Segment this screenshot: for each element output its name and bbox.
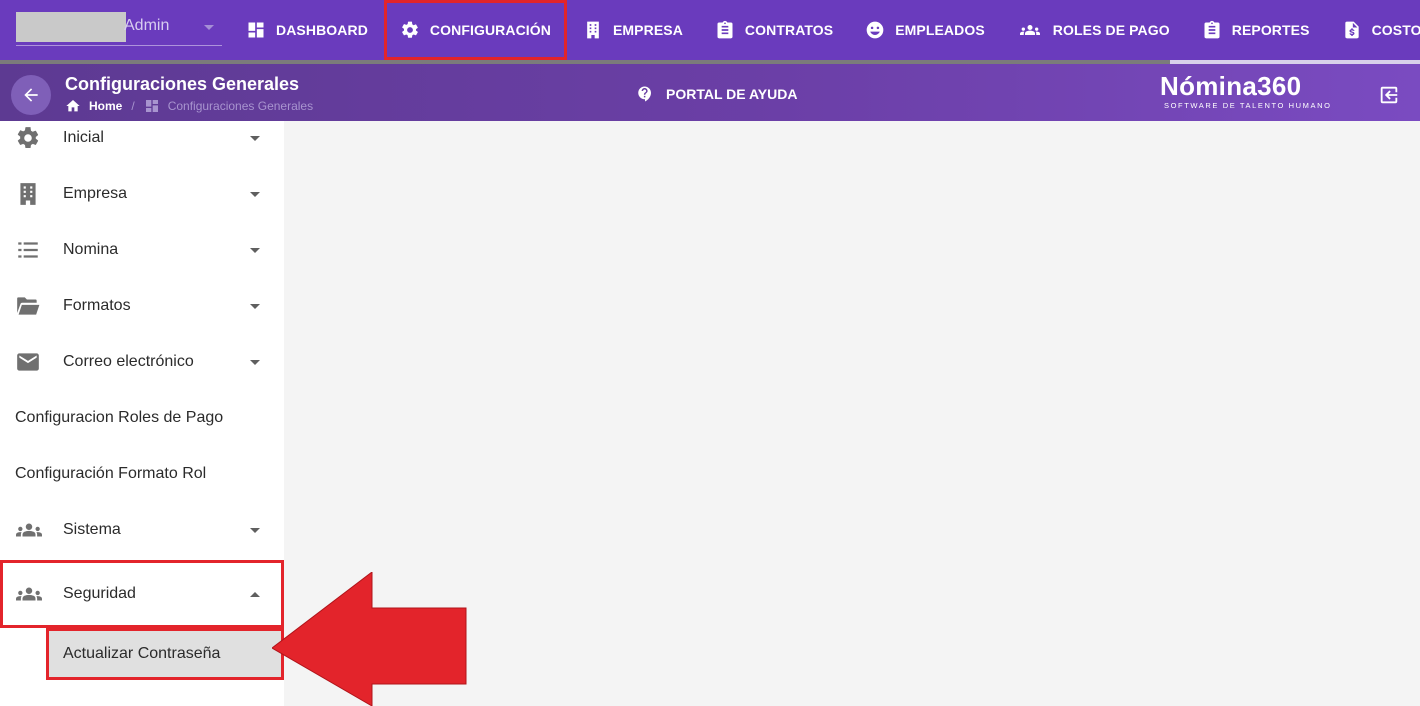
sidebar-item-label: Sistema xyxy=(63,521,121,538)
nav-roles-de-pago-label: ROLES DE PAGO xyxy=(1052,22,1170,38)
sidebar-item-correo[interactable]: Correo electrónico xyxy=(0,334,284,390)
mail-icon xyxy=(17,353,39,371)
clipboard-icon xyxy=(717,20,733,39)
sidebar-item-config-roles-pago[interactable]: Configuracion Roles de Pago xyxy=(0,390,284,446)
nav-empresa-label: EMPRESA xyxy=(612,22,683,38)
page-title: Configuraciones Generales xyxy=(65,74,300,94)
top-navbar: Admin DASHBOARD CONFIGURACIÓN EMPRESA CO… xyxy=(0,0,1420,64)
nav-empleados[interactable]: EMPLEADOS xyxy=(849,0,1001,60)
nav-dashboard[interactable]: DASHBOARD xyxy=(230,0,384,60)
sidebar-item-config-formato-rol[interactable]: Configuración Formato Rol xyxy=(0,446,284,502)
red-arrow-annotation xyxy=(272,572,467,706)
nav-costos-label: COSTOS xyxy=(1371,22,1420,38)
face-icon xyxy=(866,21,884,39)
user-name: Admin xyxy=(124,17,170,34)
back-button[interactable] xyxy=(11,75,51,115)
nav-costos[interactable]: COSTOS xyxy=(1326,0,1420,60)
chevron-down-icon xyxy=(250,527,260,533)
logo-main-text: Nómina360 xyxy=(1160,71,1302,101)
nav-empresa[interactable]: EMPRESA xyxy=(567,0,699,60)
sidebar: Inicial Empresa Nomina Formatos Correo e… xyxy=(0,121,284,706)
chevron-down-icon xyxy=(250,359,260,365)
sidebar-item-empresa[interactable]: Empresa xyxy=(0,166,284,222)
nav-dashboard-label: DASHBOARD xyxy=(276,22,368,38)
sidebar-item-label: Configuracion Roles de Pago xyxy=(15,409,224,426)
building-icon xyxy=(587,21,599,39)
sidebar-item-label: Inicial xyxy=(63,129,104,146)
gear-icon xyxy=(402,21,418,38)
sidebar-item-label: Nomina xyxy=(63,241,119,258)
list-icon xyxy=(18,242,38,258)
redacted-username-block xyxy=(16,12,126,42)
main-nav: DASHBOARD CONFIGURACIÓN EMPRESA CONTRATO… xyxy=(230,0,1420,60)
help-icon xyxy=(638,86,651,102)
group-icon xyxy=(1019,25,1040,35)
help-portal-label: PORTAL DE AYUDA xyxy=(666,86,798,102)
nav-contratos-label: CONTRATOS xyxy=(744,22,834,38)
nav-reportes[interactable]: REPORTES xyxy=(1186,0,1326,60)
sidebar-item-formatos[interactable]: Formatos xyxy=(0,278,284,334)
nav-configuracion[interactable]: CONFIGURACIÓN xyxy=(384,0,567,60)
arrow-left-icon xyxy=(24,88,38,102)
chevron-down-icon xyxy=(250,247,260,253)
sidebar-item-sistema[interactable]: Sistema xyxy=(0,502,284,558)
nav-roles-de-pago[interactable]: ROLES DE PAGO xyxy=(1001,0,1186,60)
sidebar-item-label: Seguridad xyxy=(63,585,136,602)
dashboard-icon xyxy=(248,22,264,38)
folder-open-icon xyxy=(17,297,40,315)
nav-contratos[interactable]: CONTRATOS xyxy=(699,0,849,60)
sidebar-item-label: Configuración Formato Rol xyxy=(15,465,207,482)
gear-icon xyxy=(17,127,39,149)
sidebar-item-inicial[interactable]: Inicial xyxy=(0,110,284,166)
clipboard-icon xyxy=(1204,20,1220,39)
logout-button[interactable] xyxy=(1378,84,1400,106)
sidebar-item-seguridad[interactable]: Seguridad xyxy=(0,560,284,628)
sidebar-item-label: Empresa xyxy=(63,185,128,202)
logo-subtitle: SOFTWARE DE TALENTO HUMANO xyxy=(1164,101,1332,110)
nomina360-logo: Nómina360 SOFTWARE DE TALENTO HUMANO xyxy=(1160,71,1340,110)
chevron-down-icon xyxy=(250,191,260,197)
user-select[interactable]: Admin xyxy=(16,8,222,46)
sidebar-item-label: Correo electrónico xyxy=(63,353,194,370)
chevron-down-icon xyxy=(204,25,214,30)
sidebar-subitem-actualizar-contrasena[interactable]: Actualizar Contraseña xyxy=(46,628,284,680)
nav-reportes-label: REPORTES xyxy=(1231,22,1310,38)
chevron-down-icon xyxy=(250,303,260,309)
building-icon xyxy=(20,183,36,205)
invoice-icon xyxy=(1344,21,1359,39)
chevron-up-icon xyxy=(250,591,260,597)
nav-configuracion-label: CONFIGURACIÓN xyxy=(429,22,551,38)
sidebar-item-label: Formatos xyxy=(63,297,131,314)
group-icon xyxy=(15,587,43,601)
group-icon xyxy=(15,523,43,537)
sidebar-subitem-label: Actualizar Contraseña xyxy=(63,645,221,662)
help-portal-link[interactable]: PORTAL DE AYUDA xyxy=(636,85,797,103)
logout-icon xyxy=(1380,86,1398,104)
chevron-down-icon xyxy=(250,135,260,141)
sidebar-item-nomina[interactable]: Nomina xyxy=(0,222,284,278)
nav-empleados-label: EMPLEADOS xyxy=(895,22,985,38)
